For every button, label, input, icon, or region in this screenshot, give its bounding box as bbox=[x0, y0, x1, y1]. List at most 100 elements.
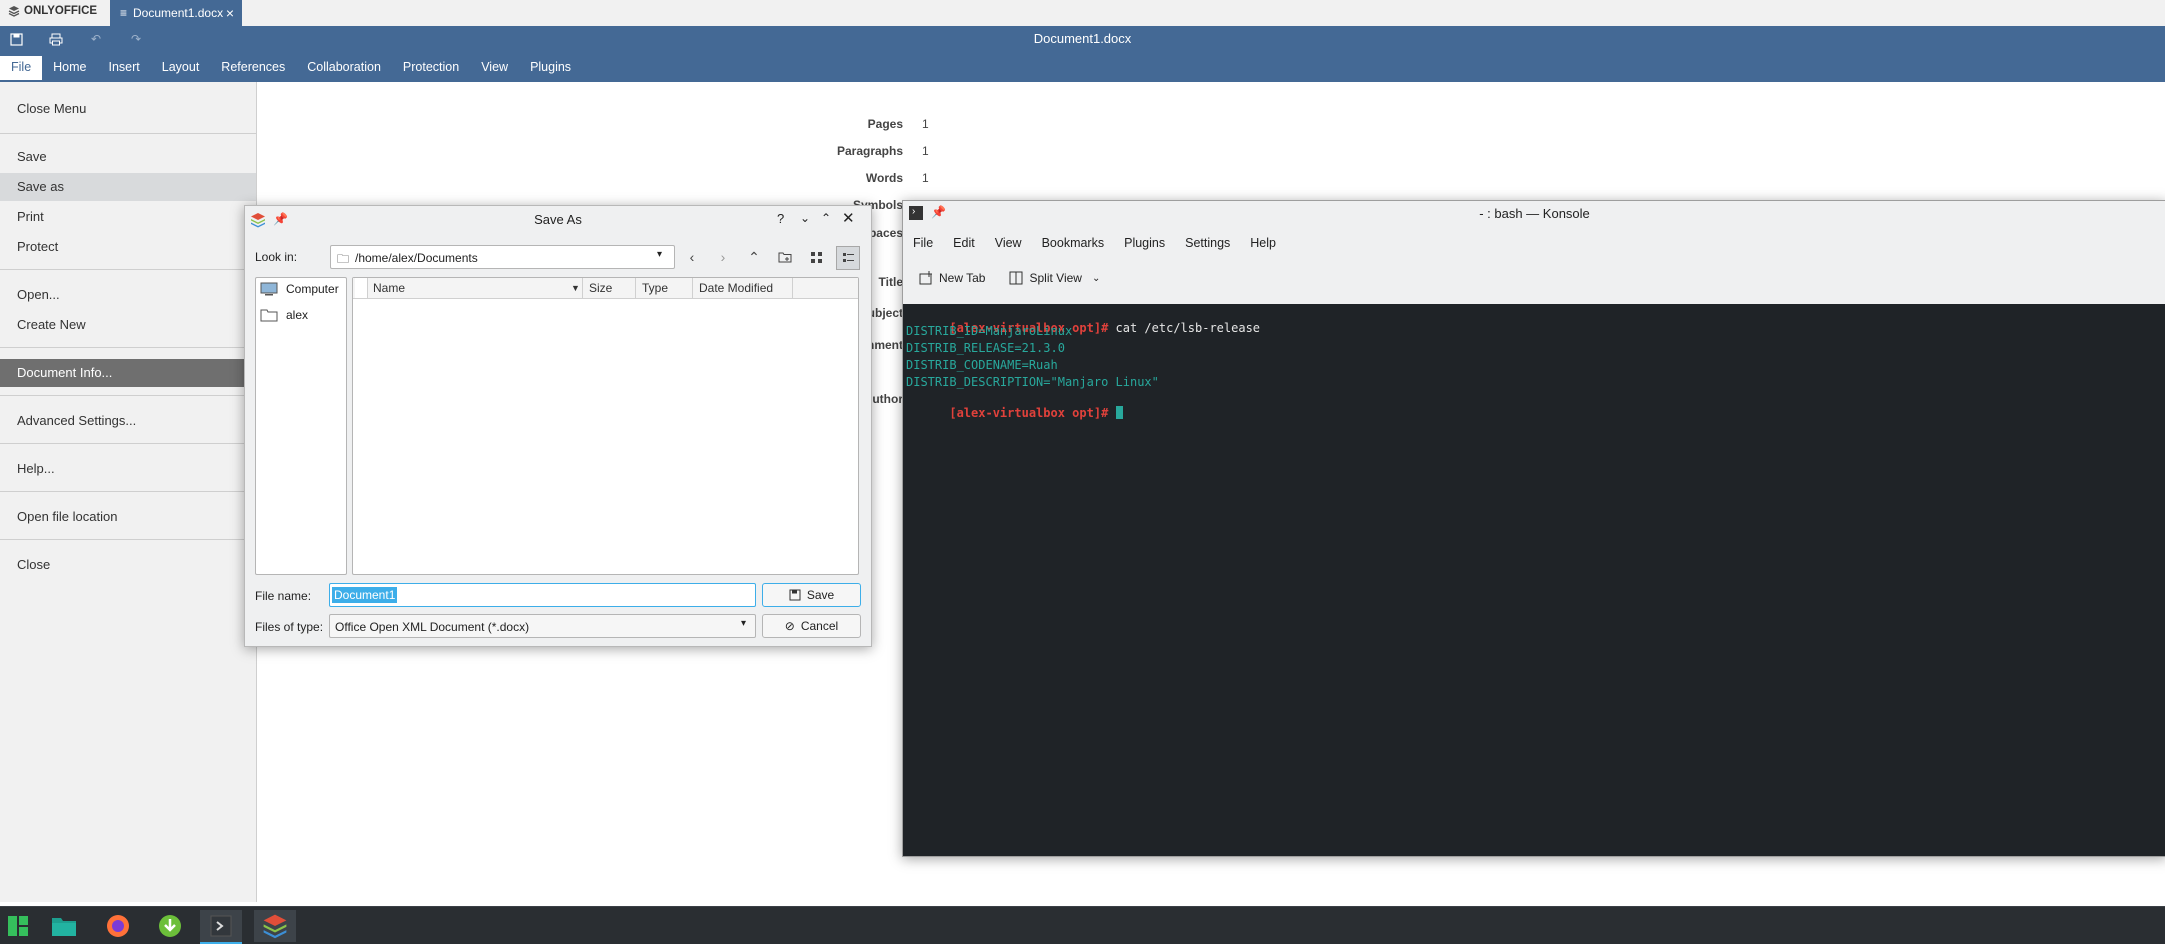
new-tab-button[interactable]: New Tab bbox=[919, 271, 985, 285]
folder-icon: 🗀 bbox=[337, 252, 350, 266]
firefox-icon[interactable] bbox=[100, 910, 136, 942]
tab-insert[interactable]: Insert bbox=[98, 56, 151, 80]
tab-file[interactable]: File bbox=[0, 56, 43, 80]
close-menu-item-file[interactable]: Close bbox=[0, 551, 256, 579]
save-menu-item[interactable]: Save bbox=[0, 143, 256, 171]
info-value-pages: 1 bbox=[922, 117, 929, 131]
terminal-output-line: DISTRIB_CODENAME=Ruah bbox=[906, 358, 1058, 372]
info-label-pages: Pages bbox=[867, 117, 903, 131]
onlyoffice-logo-icon bbox=[8, 5, 20, 17]
open-file-location-menu-item[interactable]: Open file location bbox=[0, 503, 256, 531]
info-value-words: 1 bbox=[922, 171, 929, 185]
file-name-label: File name: bbox=[255, 589, 312, 603]
tab-protection[interactable]: Protection bbox=[392, 56, 470, 80]
split-view-button[interactable]: Split View ⌄ bbox=[1009, 271, 1100, 285]
cancel-icon: ⊘ bbox=[784, 619, 795, 633]
pin-icon[interactable]: 📌 bbox=[273, 212, 288, 226]
places-sidebar: Computer alex bbox=[255, 277, 347, 575]
file-name-value: Document1 bbox=[332, 587, 398, 603]
help-icon[interactable]: ? bbox=[777, 211, 784, 226]
new-folder-icon[interactable] bbox=[774, 246, 796, 268]
manjaro-menu-icon[interactable] bbox=[0, 910, 36, 942]
help-menu-item[interactable]: Help... bbox=[0, 455, 256, 483]
home-folder-icon bbox=[260, 308, 278, 322]
look-in-combo[interactable]: 🗀 /home/alex/Documents ▾ bbox=[330, 245, 675, 269]
menu-divider bbox=[0, 395, 256, 396]
file-list[interactable]: Name ▼ Size Type Date Modified bbox=[352, 277, 859, 575]
save-as-dialog: Save As 📌 ? ⌄ ⌃ ✕ Look in: 🗀 /home/alex/… bbox=[244, 205, 872, 647]
column-spacer bbox=[355, 278, 368, 298]
close-menu-item[interactable]: Close Menu bbox=[0, 95, 256, 123]
konsole-menu-plugins[interactable]: Plugins bbox=[1114, 233, 1175, 255]
konsole-icon[interactable] bbox=[200, 910, 242, 944]
cancel-button[interactable]: ⊘ Cancel bbox=[762, 614, 861, 638]
column-name[interactable]: Name ▼ bbox=[353, 278, 583, 298]
document-tab[interactable]: ≡ Document1.docx × bbox=[110, 0, 242, 26]
split-view-label: Split View bbox=[1029, 271, 1082, 285]
maximize-icon[interactable]: ⌃ bbox=[821, 211, 831, 225]
advanced-settings-menu-item[interactable]: Advanced Settings... bbox=[0, 407, 256, 435]
konsole-menu-file[interactable]: File bbox=[903, 233, 943, 255]
detail-view-icon[interactable] bbox=[836, 246, 860, 270]
tab-collaboration[interactable]: Collaboration bbox=[296, 56, 392, 80]
menu-divider bbox=[0, 539, 256, 540]
tab-plugins[interactable]: Plugins bbox=[519, 56, 582, 80]
menu-divider bbox=[0, 491, 256, 492]
chevron-down-icon: ▾ bbox=[657, 249, 663, 260]
place-label: Computer bbox=[286, 282, 339, 296]
onlyoffice-logo[interactable]: ONLYOFFICE bbox=[8, 5, 97, 17]
split-view-icon bbox=[1009, 271, 1023, 285]
onlyoffice-app-icon bbox=[250, 212, 266, 228]
file-name-input[interactable]: Document1 bbox=[329, 583, 756, 607]
terminal-output-line: DISTRIB_DESCRIPTION="Manjaro Linux" bbox=[906, 375, 1159, 389]
column-date-modified[interactable]: Date Modified bbox=[693, 278, 793, 298]
file-type-select[interactable]: Office Open XML Document (*.docx) ▾ bbox=[329, 614, 756, 638]
parent-folder-icon[interactable]: ⌃ bbox=[743, 246, 765, 268]
cursor bbox=[1115, 406, 1123, 419]
minimize-icon[interactable]: ⌄ bbox=[800, 211, 810, 225]
look-in-path: /home/alex/Documents bbox=[355, 251, 478, 265]
protect-menu-item[interactable]: Protect bbox=[0, 233, 256, 261]
place-alex[interactable]: alex bbox=[260, 308, 308, 322]
save-as-menu-item[interactable]: Save as bbox=[0, 173, 256, 201]
floppy-icon bbox=[789, 589, 801, 601]
back-icon[interactable]: ‹ bbox=[681, 246, 703, 268]
save-button[interactable]: Save bbox=[762, 583, 861, 607]
konsole-menu-view[interactable]: View bbox=[985, 233, 1032, 255]
download-icon[interactable] bbox=[152, 910, 188, 942]
close-tab-icon[interactable]: × bbox=[226, 5, 234, 21]
cancel-button-label: Cancel bbox=[800, 619, 839, 633]
document-info-menu-item[interactable]: Document Info... bbox=[0, 359, 256, 387]
tab-references[interactable]: References bbox=[210, 56, 296, 80]
print-menu-item[interactable]: Print bbox=[0, 203, 256, 231]
chevron-down-icon: ⌄ bbox=[1091, 272, 1101, 284]
tab-view[interactable]: View bbox=[470, 56, 519, 80]
place-computer[interactable]: Computer bbox=[260, 282, 339, 296]
konsole-menu-settings[interactable]: Settings bbox=[1175, 233, 1240, 255]
file-manager-icon[interactable] bbox=[46, 910, 82, 942]
taskbar bbox=[0, 906, 2165, 944]
konsole-menu-edit[interactable]: Edit bbox=[943, 233, 985, 255]
terminal-area[interactable]: [alex-virtualbox opt]# cat /etc/lsb-rele… bbox=[903, 304, 2165, 856]
tab-layout[interactable]: Layout bbox=[151, 56, 211, 80]
command-text: cat /etc/lsb-release bbox=[1108, 321, 1261, 335]
chevron-down-icon: ▾ bbox=[741, 618, 747, 629]
look-in-label: Look in: bbox=[255, 250, 298, 264]
list-view-icon[interactable] bbox=[805, 246, 827, 268]
terminal-output-line: DISTRIB_RELEASE=21.3.0 bbox=[906, 341, 1065, 355]
konsole-menu-help[interactable]: Help bbox=[1240, 233, 1286, 255]
column-type[interactable]: Type bbox=[636, 278, 693, 298]
konsole-window: › 📌 - : bash — Konsole File Edit View Bo… bbox=[902, 200, 2165, 857]
sort-down-icon: ▼ bbox=[571, 283, 580, 293]
konsole-menu-bookmarks[interactable]: Bookmarks bbox=[1032, 233, 1115, 255]
column-size[interactable]: Size bbox=[583, 278, 636, 298]
forward-icon[interactable]: › bbox=[712, 246, 734, 268]
create-new-menu-item[interactable]: Create New bbox=[0, 311, 256, 339]
document-title: Document1.docx bbox=[1033, 31, 1132, 46]
open-menu-item[interactable]: Open... bbox=[0, 281, 256, 309]
info-label-words: Words bbox=[865, 171, 903, 185]
close-icon[interactable]: ✕ bbox=[842, 209, 855, 227]
tab-home[interactable]: Home bbox=[42, 56, 97, 80]
konsole-title: - : bash — Konsole bbox=[1479, 206, 1590, 221]
onlyoffice-icon[interactable] bbox=[254, 910, 296, 942]
